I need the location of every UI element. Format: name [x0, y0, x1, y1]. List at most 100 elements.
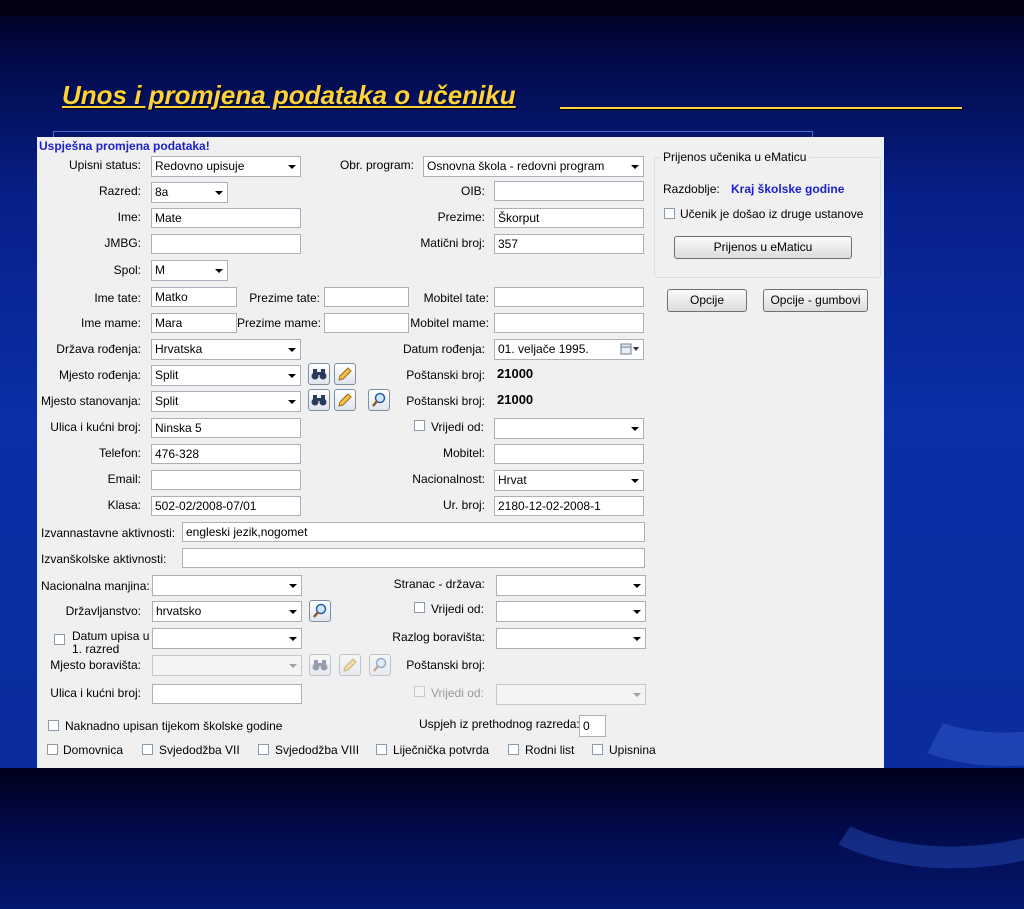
spol-select[interactable]: M — [151, 260, 228, 281]
lijecnicka-potvrda-checkbox[interactable] — [376, 744, 387, 755]
druga-ustanova-checkbox[interactable] — [664, 208, 675, 219]
pencil-icon[interactable] — [334, 389, 356, 411]
vrijedi-od-1-select[interactable] — [494, 418, 644, 439]
ulica-input[interactable]: Ninska 5 — [151, 418, 301, 438]
izvannastavne-input[interactable]: engleski jezik,nogomet — [182, 522, 645, 542]
naknadno-upisan-checkbox[interactable] — [48, 720, 59, 731]
stranac-drzava-select[interactable] — [496, 575, 646, 596]
lijecnicka-potvrda-label: Liječnička potvrda — [393, 743, 490, 757]
rodni-list-checkbox[interactable] — [508, 744, 519, 755]
drzavljanstvo-label: Državljanstvo: — [65, 604, 141, 618]
binoculars-icon[interactable] — [308, 389, 330, 411]
upisni-status-select[interactable]: Redovno upisuje — [151, 156, 301, 177]
ulica-boravista-input[interactable] — [152, 684, 302, 704]
upisni-status-value: Redovno upisuje — [155, 159, 245, 173]
uspjeh-input[interactable]: 0 — [579, 715, 606, 737]
razlog-boravista-select[interactable] — [496, 628, 646, 649]
razdoblje-label: Razdoblje: — [663, 182, 720, 196]
mobitel-tate-input[interactable] — [494, 287, 644, 307]
mobitel-input[interactable] — [494, 444, 644, 464]
mobitel-tate-label: Mobitel tate: — [423, 291, 489, 305]
chevron-down-icon — [288, 374, 296, 378]
drzava-rodjenja-select[interactable]: Hrvatska — [151, 339, 301, 360]
vrijedi-od-3-select[interactable] — [496, 684, 646, 705]
svjedodzba-viii-checkbox[interactable] — [258, 744, 269, 755]
nacionalnost-select[interactable]: Hrvat — [494, 470, 644, 491]
uspjeh-label: Uspjeh iz prethodnog razreda: — [419, 717, 580, 731]
magnifier-icon[interactable] — [309, 600, 331, 622]
druga-ustanova-label: Učenik je došao iz druge ustanove — [680, 207, 864, 221]
ime-label: Ime: — [117, 210, 141, 224]
datum-rodjenja-picker[interactable]: 01. veljače 1995. — [494, 339, 644, 360]
vrijedi-od-2-select[interactable] — [496, 601, 646, 622]
klasa-input[interactable]: 502-02/2008-07/01 — [151, 496, 301, 516]
ime-mame-label: Ime mame: — [80, 316, 141, 330]
maticni-broj-label: Matični broj: — [420, 236, 485, 250]
datum-upisa-label-line1: Datum upisa u — [72, 629, 150, 643]
svjedodzba-viii-label: Svjedodžba VIII — [275, 743, 360, 757]
datum-upisa-checkbox[interactable] — [54, 634, 65, 645]
binoculars-icon[interactable] — [309, 654, 331, 676]
mjesto-boravista-label: Mjesto boravišta: — [50, 658, 141, 672]
prezime-tate-input[interactable] — [324, 287, 409, 307]
postanski-broj-2-value: 21000 — [497, 392, 534, 407]
mobitel-mame-input[interactable] — [494, 313, 644, 333]
vrijedi-od-2-checkbox[interactable] — [414, 602, 425, 613]
mjesto-boravista-select[interactable] — [152, 655, 302, 676]
datum-upisa-label-line2: 1. razred — [72, 642, 120, 656]
telefon-input[interactable]: 476-328 — [151, 444, 301, 464]
ime-mame-input[interactable]: Mara — [151, 313, 237, 333]
razred-value: 8a — [155, 185, 169, 199]
postanski-broj-1-label: Poštanski broj: — [406, 368, 485, 382]
mjesto-rodjenja-select[interactable]: Split — [151, 365, 301, 386]
nacionalnost-value: Hrvat — [498, 473, 527, 487]
opcije-button[interactable]: Opcije — [667, 289, 747, 312]
maticni-broj-input[interactable]: 357 — [494, 234, 644, 254]
chevron-down-icon — [289, 637, 297, 641]
jmbg-input[interactable] — [151, 234, 301, 254]
pencil-icon[interactable] — [334, 363, 356, 385]
chevron-down-icon — [633, 584, 641, 588]
ulica-label: Ulica i kućni broj: — [50, 420, 141, 434]
ur-broj-input[interactable]: 2180-12-02-2008-1 — [494, 496, 644, 516]
prezime-mame-input[interactable] — [324, 313, 409, 333]
razred-select[interactable]: 8a — [151, 182, 228, 203]
drzavljanstvo-select[interactable]: hrvatsko — [152, 601, 302, 622]
svjedodzba-vii-checkbox[interactable] — [142, 744, 153, 755]
upisnina-checkbox[interactable] — [592, 744, 603, 755]
mjesto-stanovanja-value: Split — [155, 394, 179, 408]
nacionalnost-label: Nacionalnost: — [412, 472, 485, 486]
prezime-mame-label: Prezime mame: — [237, 316, 322, 330]
domovnica-checkbox[interactable] — [47, 744, 58, 755]
opcije-gumbovi-button[interactable]: Opcije - gumbovi — [763, 289, 868, 312]
ime-tate-input[interactable]: Matko — [151, 287, 237, 307]
datum-upisa-select[interactable] — [152, 628, 302, 649]
status-message: Uspješna promjena podataka! — [39, 139, 210, 153]
svjedodzba-vii-label: Svjedodžba VII — [159, 743, 240, 757]
izvanskolske-input[interactable] — [182, 548, 645, 568]
oib-input[interactable] — [494, 181, 644, 201]
prijenos-ematica-button[interactable]: Prijenos u eMaticu — [674, 236, 852, 259]
prezime-input[interactable]: Škorput — [494, 208, 644, 228]
obr-program-select[interactable]: Osnovna škola - redovni program — [423, 156, 644, 177]
vrijedi-od-3-checkbox[interactable] — [414, 686, 425, 697]
chevron-down-icon — [633, 693, 641, 697]
ime-input[interactable]: Mate — [151, 208, 301, 228]
postanski-broj-1-value: 21000 — [497, 366, 534, 381]
email-input[interactable] — [151, 470, 301, 490]
calendar-icon[interactable] — [620, 343, 640, 355]
vrijedi-od-1-checkbox[interactable] — [414, 420, 425, 431]
datum-rodjenja-label: Datum rođenja: — [402, 342, 485, 356]
title-underline — [560, 107, 962, 109]
mjesto-rodjenja-label: Mjesto rođenja: — [58, 368, 141, 382]
razlog-boravista-label: Razlog boravišta: — [392, 630, 485, 644]
nacionalna-manjina-select[interactable] — [152, 575, 302, 596]
chevron-down-icon — [289, 610, 297, 614]
mjesto-stanovanja-select[interactable]: Split — [151, 391, 301, 412]
pencil-icon[interactable] — [339, 654, 361, 676]
binoculars-icon[interactable] — [308, 363, 330, 385]
ulica-boravista-label: Ulica i kućni broj: — [50, 686, 141, 700]
mobitel-label: Mobitel: — [442, 446, 485, 460]
chevron-down-icon — [215, 191, 223, 195]
rodni-list-label: Rodni list — [525, 743, 575, 757]
